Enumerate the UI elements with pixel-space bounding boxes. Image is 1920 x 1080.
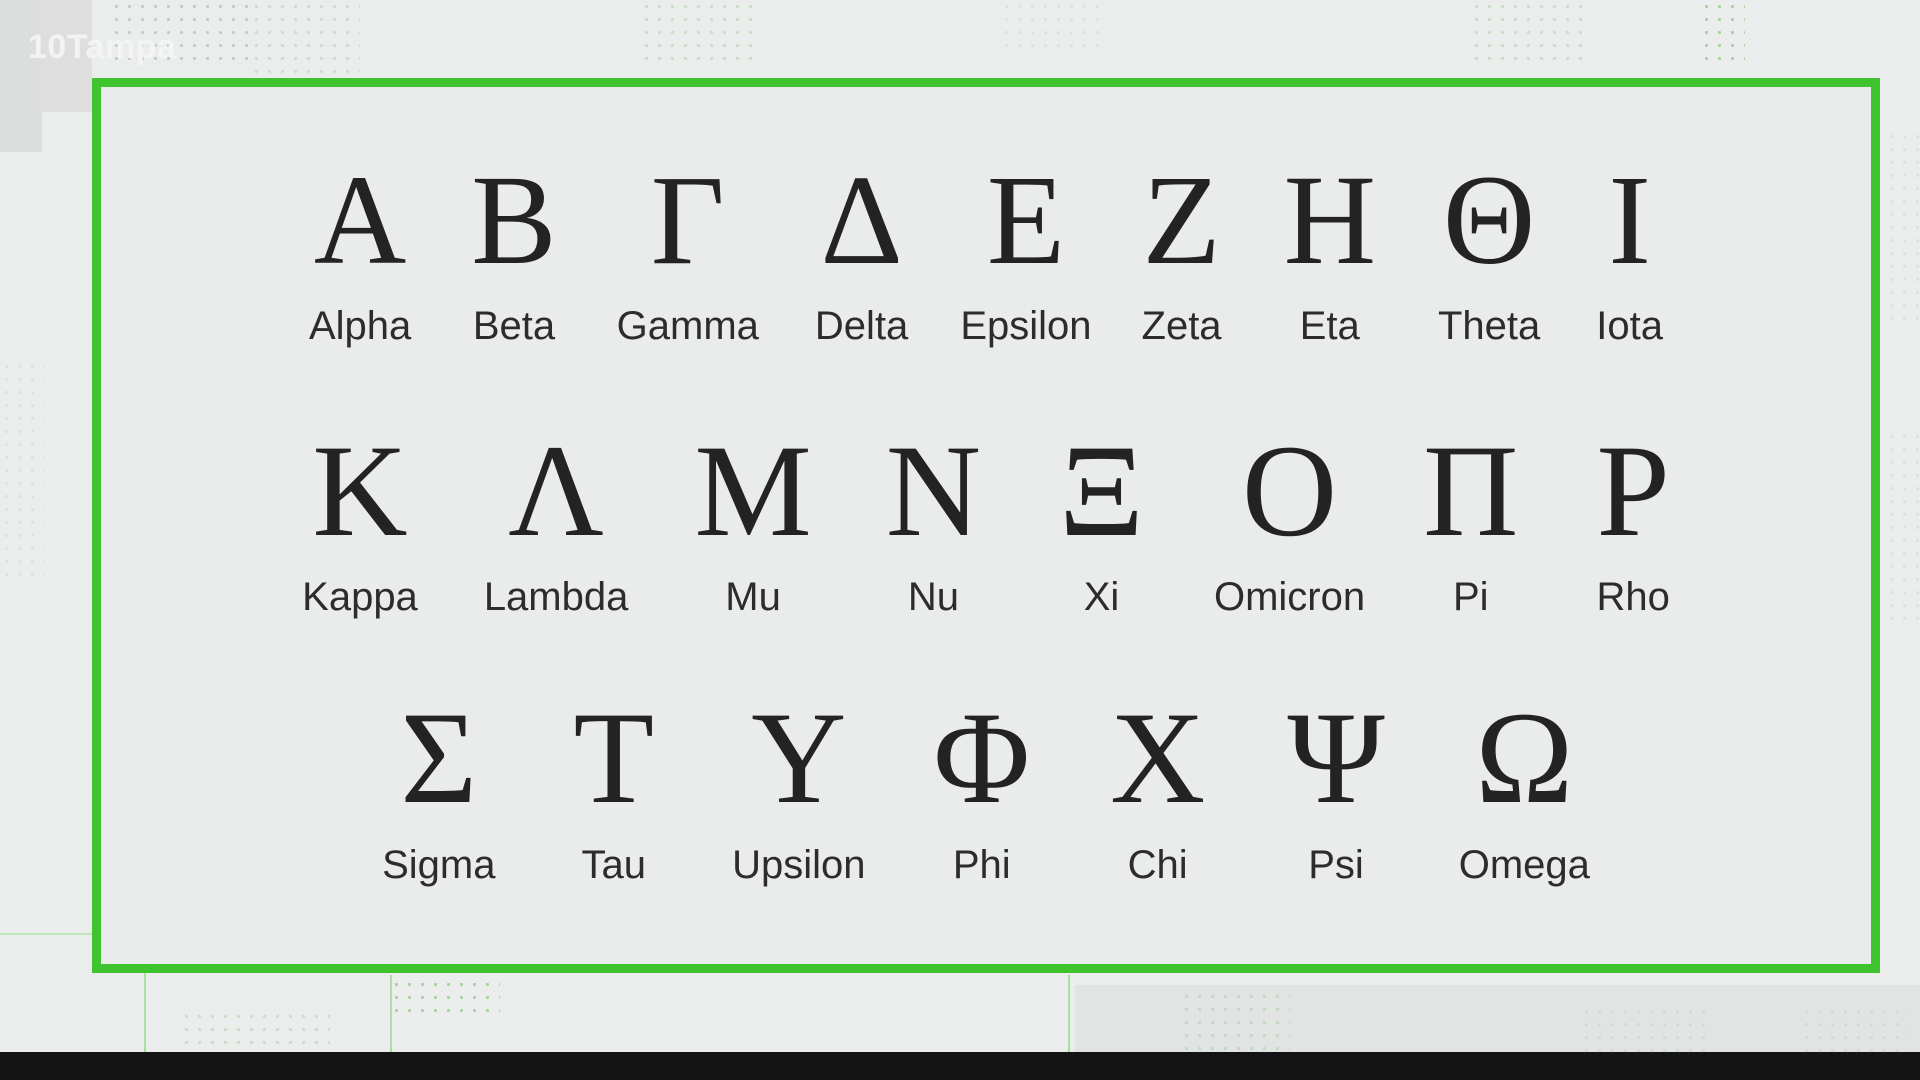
glyph-rho: Ρ (1596, 416, 1670, 564)
label-chi: Chi (1127, 842, 1188, 887)
glyph-eta: Η (1283, 149, 1376, 292)
label-delta: Delta (814, 303, 909, 348)
label-rho: Rho (1596, 575, 1670, 620)
label-sigma: Sigma (382, 842, 496, 887)
label-upsilon: Upsilon (732, 842, 866, 887)
dot-grid-left-mid (0, 360, 45, 580)
letter-cell-theta: Θ Theta (1438, 149, 1541, 348)
letter-cell-xi: Ξ Xi (1059, 416, 1144, 620)
letter-cell-zeta: Ζ Zeta (1141, 149, 1222, 348)
letter-cell-omicron: Ο Omicron (1213, 416, 1366, 620)
letter-cell-psi: Ψ Psi (1287, 684, 1385, 887)
dot-grid-top-right (1470, 0, 1590, 70)
label-beta: Beta (472, 303, 556, 348)
letter-cell-pi: Π Pi (1423, 416, 1519, 620)
dot-grid-top-right-b (1700, 0, 1745, 70)
letter-cell-chi: Χ Chi (1110, 684, 1206, 887)
screen-root: 10Tampa Α Alpha Β Beta Γ Gamma Δ Delta Ε Epsilon Ζ… (0, 0, 1920, 1080)
dot-grid-top-mid (640, 0, 760, 60)
letter-cell-sigma: Σ Sigma (382, 684, 496, 887)
label-gamma: Gamma (616, 303, 759, 348)
dot-grid-right-upper (1885, 130, 1920, 330)
glyph-iota: Ι (1608, 149, 1651, 292)
glyph-nu: Ν (885, 416, 982, 564)
label-tau: Tau (581, 842, 647, 887)
glyph-gamma: Γ (650, 149, 725, 292)
label-mu: Mu (725, 575, 781, 620)
glyph-chi: Χ (1110, 684, 1206, 832)
label-pi: Pi (1452, 575, 1489, 620)
glyph-kappa: Κ (312, 416, 408, 564)
dot-grid-right-mid (1885, 430, 1920, 630)
letter-cell-upsilon: Υ Upsilon (732, 684, 866, 887)
letter-cell-kappa: Κ Kappa (302, 416, 418, 620)
label-epsilon: Epsilon (960, 303, 1092, 348)
letter-row-3: Σ Sigma Τ Tau Υ Upsilon Φ Phi Χ Chi Ψ Psi Ω Omega (101, 684, 1871, 887)
letter-cell-delta: Δ Delta (814, 149, 909, 348)
label-kappa: Kappa (302, 575, 418, 620)
glyph-mu: Μ (694, 416, 812, 564)
label-nu: Nu (907, 575, 959, 620)
glyph-phi: Φ (933, 684, 1031, 832)
letter-row-2: Κ Kappa Λ Lambda Μ Mu Ν Nu Ξ Xi Ο Omicron Π Pi Ρ Rho (101, 416, 1871, 620)
letter-cell-mu: Μ Mu (694, 416, 812, 620)
letter-cell-rho: Ρ Rho (1596, 416, 1670, 620)
label-theta: Theta (1438, 303, 1541, 348)
greek-alphabet-card: Α Alpha Β Beta Γ Gamma Δ Delta Ε Epsilon Ζ Zeta Η Eta… (92, 78, 1880, 973)
letter-row-1: Α Alpha Β Beta Γ Gamma Δ Delta Ε Epsilon Ζ Zeta Η Eta… (101, 149, 1871, 348)
letter-cell-tau: Τ Tau (573, 684, 655, 887)
label-zeta: Zeta (1141, 303, 1222, 348)
glyph-delta: Δ (820, 149, 903, 292)
glyph-alpha: Α (313, 149, 407, 292)
glyph-zeta: Ζ (1142, 149, 1221, 292)
dot-grid-bottom-mid (390, 965, 500, 1020)
letter-cell-omega: Ω Omega (1458, 684, 1590, 887)
letter-cell-nu: Ν Nu (885, 416, 982, 620)
label-eta: Eta (1299, 303, 1360, 348)
glyph-xi: Ξ (1059, 416, 1144, 564)
dot-grid-bottom-mid-b (1180, 990, 1290, 1050)
glyph-epsilon: Ε (986, 149, 1065, 292)
dot-grid-top-mid-b (1000, 0, 1110, 55)
glyph-psi: Ψ (1287, 684, 1385, 832)
label-alpha: Alpha (308, 303, 412, 348)
glyph-beta: Β (471, 149, 557, 292)
glyph-omega: Ω (1475, 684, 1574, 832)
letter-cell-beta: Β Beta (471, 149, 557, 348)
glyph-tau: Τ (573, 684, 655, 832)
letterbox-bottom-bar (0, 1052, 1920, 1080)
label-omega: Omega (1458, 842, 1590, 887)
letter-cell-alpha: Α Alpha (308, 149, 412, 348)
glyph-sigma: Σ (400, 684, 478, 832)
label-xi: Xi (1083, 575, 1120, 620)
label-lambda: Lambda (483, 575, 629, 620)
letter-cell-epsilon: Ε Epsilon (960, 149, 1092, 348)
glyph-theta: Θ (1442, 149, 1536, 292)
letter-cell-phi: Φ Phi (933, 684, 1031, 887)
glyph-pi: Π (1423, 416, 1519, 564)
letter-cell-lambda: Λ Lambda (483, 416, 629, 620)
glyph-omicron: Ο (1241, 416, 1338, 564)
letter-cell-iota: Ι Iota (1596, 149, 1664, 348)
station-watermark: 10Tampa (28, 28, 177, 66)
background-left-panel-inner (0, 0, 42, 152)
label-iota: Iota (1596, 303, 1664, 348)
label-psi: Psi (1308, 842, 1364, 887)
glyph-lambda: Λ (508, 416, 604, 564)
letter-cell-eta: Η Eta (1283, 149, 1376, 348)
glyph-upsilon: Υ (751, 684, 847, 832)
letter-cell-gamma: Γ Gamma (616, 149, 759, 348)
label-omicron: Omicron (1213, 575, 1366, 620)
label-phi: Phi (952, 842, 1011, 887)
